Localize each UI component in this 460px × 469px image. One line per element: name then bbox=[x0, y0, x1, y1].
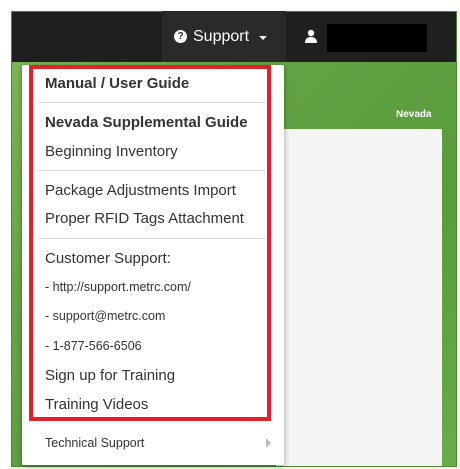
menu-item-beginning-inventory[interactable]: Beginning Inventory bbox=[45, 143, 178, 160]
menu-divider bbox=[38, 170, 266, 171]
menu-divider bbox=[38, 238, 266, 239]
menu-item-support-phone[interactable]: - 1-877-566-6506 bbox=[45, 339, 142, 353]
menu-item-technical-support[interactable]: Technical Support bbox=[45, 436, 144, 450]
menu-item-customer-support: Customer Support: bbox=[45, 250, 171, 267]
menu-item-package-adjustments-import[interactable]: Package Adjustments Import bbox=[45, 182, 236, 199]
menu-item-support-email[interactable]: - support@metrc.com bbox=[45, 309, 165, 323]
username-redacted[interactable] bbox=[327, 24, 427, 52]
menu-item-nevada-supplemental-guide[interactable]: Nevada Supplemental Guide bbox=[45, 114, 248, 131]
caret-down-icon bbox=[259, 35, 268, 40]
user-icon[interactable] bbox=[304, 29, 318, 43]
menu-item-training-videos[interactable]: Training Videos bbox=[45, 396, 148, 413]
menu-divider bbox=[38, 102, 266, 103]
menu-item-sign-up-for-training[interactable]: Sign up for Training bbox=[45, 367, 175, 384]
support-label: Support bbox=[193, 27, 250, 45]
menu-item-proper-rfid-tags-attachment[interactable]: Proper RFID Tags Attachment bbox=[45, 210, 244, 227]
menu-item-manual-user-guide[interactable]: Manual / User Guide bbox=[45, 75, 189, 92]
content-panel bbox=[276, 129, 442, 467]
support-menu-button[interactable]: ? Support bbox=[162, 11, 286, 62]
menu-item-support-url[interactable]: - http://support.metrc.com/ bbox=[45, 280, 191, 294]
chevron-right-icon bbox=[266, 438, 271, 448]
question-circle-icon: ? bbox=[174, 30, 187, 43]
state-label: Nevada bbox=[396, 109, 432, 120]
